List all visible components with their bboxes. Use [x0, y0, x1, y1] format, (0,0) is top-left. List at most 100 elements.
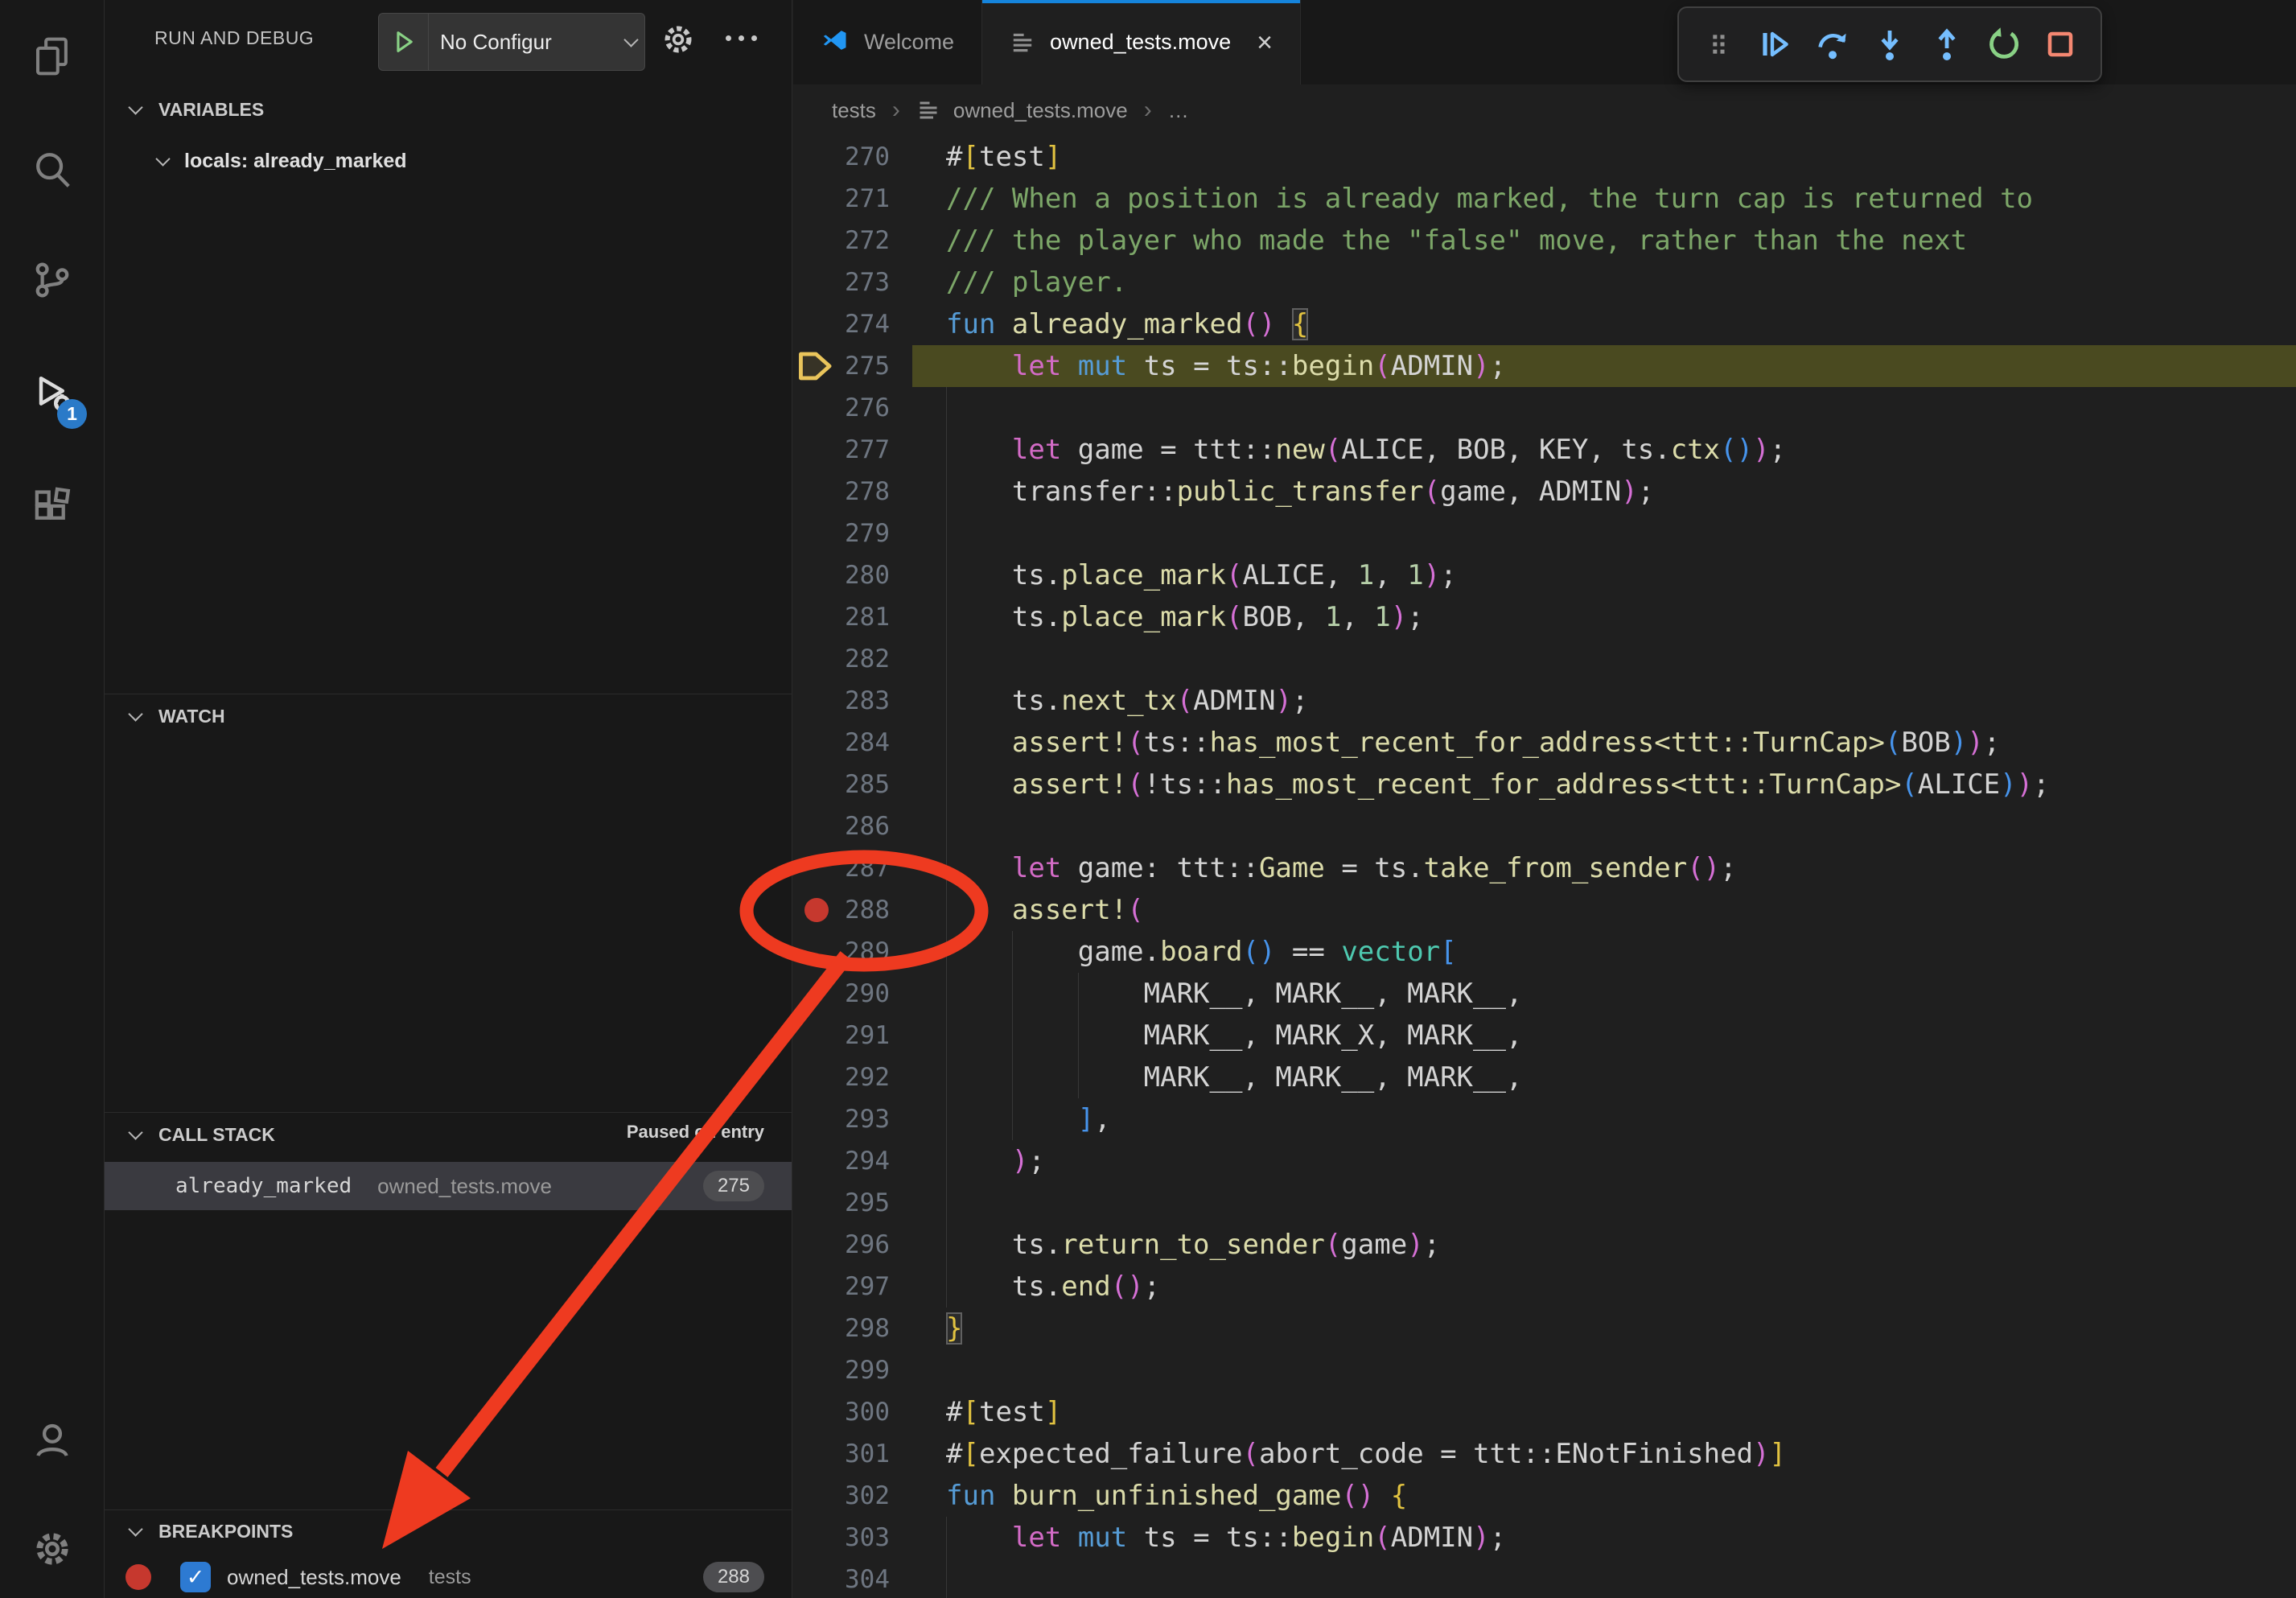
code-line-content[interactable]: MARK__, MARK__, MARK__,: [912, 973, 2296, 1015]
gutter[interactable]: 296: [793, 1224, 912, 1266]
gutter[interactable]: 303: [793, 1517, 912, 1559]
watch-section-header[interactable]: WATCH: [105, 694, 792, 739]
code-line-content[interactable]: [912, 1182, 2296, 1224]
step-into-icon[interactable]: [1866, 21, 1913, 68]
code-line-content[interactable]: ts.place_mark(BOB, 1, 1);: [912, 596, 2296, 638]
code-line[interactable]: 270#[test]: [793, 136, 2296, 178]
gutter[interactable]: 288: [793, 889, 912, 931]
code-line-content[interactable]: ],: [912, 1098, 2296, 1140]
launch-config-dropdown[interactable]: No Configur: [378, 13, 645, 71]
debug-settings-gear-icon[interactable]: [660, 21, 697, 62]
code-line[interactable]: 294 );: [793, 1140, 2296, 1182]
code-line-content[interactable]: [912, 1559, 2296, 1598]
code-line[interactable]: 296 ts.return_to_sender(game);: [793, 1224, 2296, 1266]
code-line[interactable]: 300#[test]: [793, 1391, 2296, 1433]
code-line[interactable]: 293 ],: [793, 1098, 2296, 1140]
code-line-content[interactable]: [912, 513, 2296, 554]
gutter[interactable]: 298: [793, 1308, 912, 1349]
code-line[interactable]: 291 MARK__, MARK_X, MARK__,: [793, 1015, 2296, 1056]
code-line-content[interactable]: assert!(!ts::has_most_recent_for_address…: [912, 764, 2296, 805]
step-over-icon[interactable]: [1809, 21, 1856, 68]
line-number[interactable]: 303: [840, 1517, 912, 1559]
code-line-content[interactable]: [912, 1349, 2296, 1391]
line-number[interactable]: 271: [840, 178, 912, 220]
gutter[interactable]: 270: [793, 136, 912, 178]
run-and-debug-icon[interactable]: 1: [0, 350, 105, 439]
code-line-content[interactable]: let mut ts = ts::begin(ADMIN);: [912, 345, 2296, 387]
gutter[interactable]: 281: [793, 596, 912, 638]
gutter[interactable]: 279: [793, 513, 912, 554]
line-number[interactable]: 292: [840, 1056, 912, 1098]
code-line-content[interactable]: /// When a position is already marked, t…: [912, 178, 2296, 220]
code-line-content[interactable]: let mut ts = ts::begin(ADMIN);: [912, 1517, 2296, 1559]
code-line-content[interactable]: [912, 387, 2296, 429]
code-line[interactable]: 288 assert!(: [793, 889, 2296, 931]
line-number[interactable]: 295: [840, 1182, 912, 1224]
code-line-content[interactable]: MARK__, MARK_X, MARK__,: [912, 1015, 2296, 1056]
source-control-icon[interactable]: [0, 236, 105, 324]
restart-icon[interactable]: [1981, 21, 2027, 68]
line-number[interactable]: 284: [840, 722, 912, 764]
code-line[interactable]: 279: [793, 513, 2296, 554]
gutter[interactable]: 287: [793, 847, 912, 889]
code-line[interactable]: 274fun already_marked() {: [793, 303, 2296, 345]
line-number[interactable]: 290: [840, 973, 912, 1015]
code-line-content[interactable]: fun burn_unfinished_game() {: [912, 1475, 2296, 1517]
code-line[interactable]: 297 ts.end();: [793, 1266, 2296, 1308]
code-line-content[interactable]: ts.return_to_sender(game);: [912, 1224, 2296, 1266]
code-line[interactable]: 289 game.board() == vector[: [793, 931, 2296, 973]
code-line[interactable]: 282: [793, 638, 2296, 680]
code-line[interactable]: 287 let game: ttt::Game = ts.take_from_s…: [793, 847, 2296, 889]
line-number[interactable]: 281: [840, 596, 912, 638]
line-number[interactable]: 283: [840, 680, 912, 722]
line-number[interactable]: 287: [840, 847, 912, 889]
gutter[interactable]: 304: [793, 1559, 912, 1598]
gutter[interactable]: 271: [793, 178, 912, 220]
code-line[interactable]: 280 ts.place_mark(ALICE, 1, 1);: [793, 554, 2296, 596]
code-line[interactable]: 299: [793, 1349, 2296, 1391]
gutter[interactable]: 299: [793, 1349, 912, 1391]
code-line[interactable]: 273/// player.: [793, 262, 2296, 303]
code-line-content[interactable]: [912, 805, 2296, 847]
line-number[interactable]: 302: [840, 1475, 912, 1517]
gutter[interactable]: 300: [793, 1391, 912, 1433]
variables-section-header[interactable]: VARIABLES: [105, 90, 792, 129]
gutter[interactable]: 302: [793, 1475, 912, 1517]
gutter[interactable]: 292: [793, 1056, 912, 1098]
gutter[interactable]: 291: [793, 1015, 912, 1056]
tab-welcome[interactable]: Welcome: [793, 0, 982, 84]
code-line[interactable]: 276: [793, 387, 2296, 429]
line-number[interactable]: 293: [840, 1098, 912, 1140]
gutter[interactable]: 289: [793, 931, 912, 973]
line-number[interactable]: 279: [840, 513, 912, 554]
code-line-content[interactable]: );: [912, 1140, 2296, 1182]
code-line[interactable]: 278 transfer::public_transfer(game, ADMI…: [793, 471, 2296, 513]
code-line[interactable]: 298}: [793, 1308, 2296, 1349]
code-area[interactable]: 270#[test]271/// When a position is alre…: [793, 136, 2296, 1598]
line-number[interactable]: 294: [840, 1140, 912, 1182]
breadcrumb-folder[interactable]: tests: [832, 98, 876, 123]
line-number[interactable]: 277: [840, 429, 912, 471]
gutter[interactable]: 297: [793, 1266, 912, 1308]
line-number[interactable]: 301: [840, 1433, 912, 1475]
gutter[interactable]: 295: [793, 1182, 912, 1224]
gutter[interactable]: 285: [793, 764, 912, 805]
line-number[interactable]: 274: [840, 303, 912, 345]
breakpoints-section-header[interactable]: BREAKPOINTS: [105, 1509, 792, 1553]
code-line[interactable]: 303 let mut ts = ts::begin(ADMIN);: [793, 1517, 2296, 1559]
gutter[interactable]: 284: [793, 722, 912, 764]
gutter[interactable]: 277: [793, 429, 912, 471]
code-line[interactable]: 286: [793, 805, 2296, 847]
line-number[interactable]: 300: [840, 1391, 912, 1433]
line-number[interactable]: 297: [840, 1266, 912, 1308]
gutter[interactable]: 293: [793, 1098, 912, 1140]
execution-pointer-icon[interactable]: [793, 350, 840, 382]
gutter[interactable]: 276: [793, 387, 912, 429]
code-line-content[interactable]: #[test]: [912, 136, 2296, 178]
code-line-content[interactable]: fun already_marked() {: [912, 303, 2296, 345]
gutter[interactable]: 280: [793, 554, 912, 596]
more-actions-icon[interactable]: [726, 35, 757, 41]
line-number[interactable]: 273: [840, 262, 912, 303]
gutter[interactable]: 283: [793, 680, 912, 722]
code-line[interactable]: 302fun burn_unfinished_game() {: [793, 1475, 2296, 1517]
